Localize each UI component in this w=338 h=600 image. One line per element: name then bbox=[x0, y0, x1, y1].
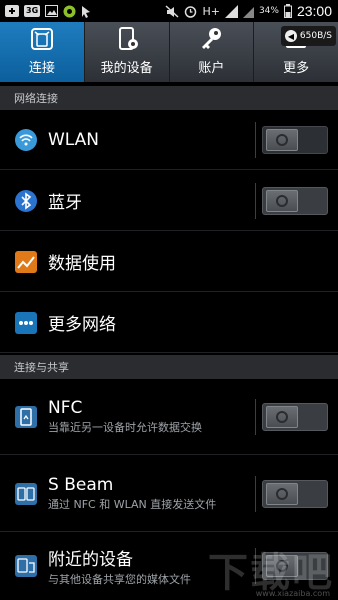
section-title: 网络连接 bbox=[14, 92, 58, 105]
tab-my-device[interactable]: 我的设备 bbox=[85, 22, 170, 82]
toggle-knob bbox=[266, 482, 298, 505]
app-icon bbox=[63, 4, 76, 18]
toggle-ring-icon bbox=[276, 487, 288, 500]
wlan-toggle[interactable] bbox=[262, 125, 328, 154]
toggle-ring-icon bbox=[276, 194, 288, 207]
section-header-share: 连接与共享 bbox=[0, 355, 338, 379]
device-icon bbox=[113, 25, 141, 53]
nearby-devices-icon bbox=[14, 554, 38, 578]
battery-percent: 34% bbox=[258, 6, 279, 16]
row-data-usage[interactable]: 数据使用 bbox=[0, 232, 338, 292]
watermark-url: www.xiazaiba.com bbox=[255, 589, 330, 598]
mute-icon bbox=[165, 4, 179, 18]
wifi-icon bbox=[14, 128, 38, 152]
speed-icon: ◀ bbox=[284, 30, 297, 42]
alarm-icon bbox=[184, 4, 197, 18]
toggle-ring-icon bbox=[276, 133, 288, 146]
more-networks-icon bbox=[14, 311, 38, 335]
network-badge: 3G bbox=[24, 5, 41, 17]
bluetooth-toggle[interactable] bbox=[262, 186, 328, 215]
tab-label: 连接 bbox=[28, 61, 55, 76]
tab-accounts[interactable]: 账户 bbox=[170, 22, 255, 82]
row-title: 数据使用 bbox=[48, 254, 116, 274]
row-sbeam[interactable]: S Beam 通过 NFC 和 WLAN 直接发送文件 bbox=[0, 456, 338, 532]
cursor-icon bbox=[81, 4, 91, 18]
row-subtitle: 通过 NFC 和 WLAN 直接发送文件 bbox=[48, 498, 217, 511]
tab-label: 我的设备 bbox=[100, 61, 153, 76]
signal-icon bbox=[224, 4, 238, 18]
net-speed-value: 650B/S bbox=[299, 31, 332, 41]
connection-icon bbox=[28, 25, 56, 53]
row-nfc[interactable]: NFC 当靠近另一设备时允许数据交换 bbox=[0, 379, 338, 455]
tab-connections[interactable]: 连接 bbox=[0, 22, 85, 82]
toggle-knob bbox=[266, 128, 298, 151]
row-wlan[interactable]: WLAN bbox=[0, 110, 338, 170]
row-title: 更多网络 bbox=[48, 315, 116, 335]
net-speed-indicator: ◀ 650B/S bbox=[280, 26, 336, 46]
sbeam-icon bbox=[14, 482, 38, 506]
row-title: 蓝牙 bbox=[48, 193, 82, 213]
row-title: S Beam bbox=[48, 475, 114, 495]
row-title: WLAN bbox=[48, 129, 100, 150]
section-title: 连接与共享 bbox=[14, 361, 69, 374]
signal-2-icon bbox=[242, 4, 254, 18]
battery-icon bbox=[283, 4, 292, 18]
add-icon bbox=[5, 4, 19, 18]
signal-type-icon: H+ bbox=[202, 4, 220, 18]
data-usage-icon bbox=[14, 250, 38, 274]
nfc-toggle[interactable] bbox=[262, 402, 328, 431]
toggle-knob bbox=[266, 405, 298, 428]
sbeam-toggle[interactable] bbox=[262, 479, 328, 508]
status-bar: 3G H+ 34% 23:00 bbox=[0, 0, 338, 22]
divider bbox=[255, 475, 256, 512]
row-more-networks[interactable]: 更多网络 bbox=[0, 293, 338, 353]
tab-label: 账户 bbox=[198, 61, 225, 76]
divider bbox=[255, 182, 256, 219]
key-icon bbox=[197, 25, 225, 53]
row-title: NFC bbox=[48, 398, 83, 418]
section-header-network: 网络连接 bbox=[0, 86, 338, 110]
tab-label: 更多 bbox=[283, 61, 310, 76]
toggle-ring-icon bbox=[276, 410, 288, 423]
row-subtitle: 当靠近另一设备时允许数据交换 bbox=[48, 421, 202, 434]
bluetooth-icon bbox=[14, 189, 38, 213]
status-time: 23:00 bbox=[296, 3, 332, 19]
image-icon bbox=[45, 4, 59, 18]
toggle-knob bbox=[266, 189, 298, 212]
divider bbox=[255, 398, 256, 435]
row-bluetooth[interactable]: 蓝牙 bbox=[0, 171, 338, 231]
divider bbox=[255, 121, 256, 158]
nfc-icon bbox=[14, 405, 38, 429]
